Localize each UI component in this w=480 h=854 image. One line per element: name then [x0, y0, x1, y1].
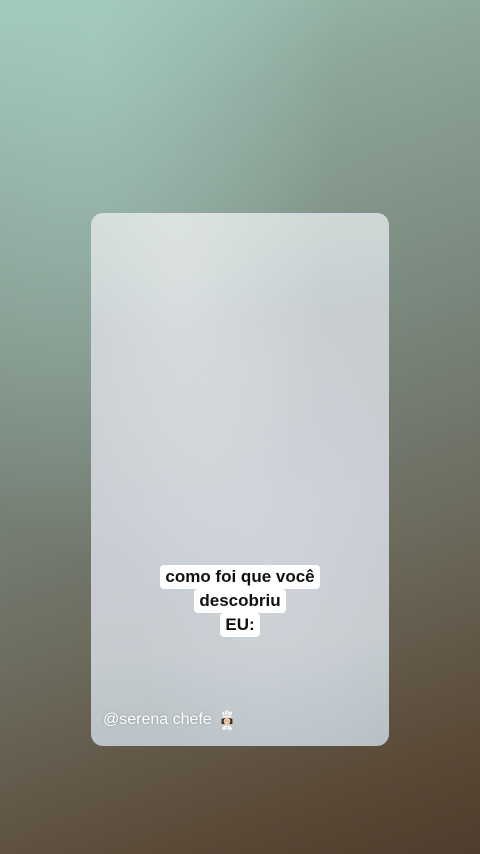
author-handle[interactable]: @serena chefe	[103, 709, 236, 731]
caption-line-3: EU:	[220, 613, 260, 637]
caption-text: como foi que você descobriu EU:	[91, 565, 389, 637]
author-handle-text: @serena chefe	[103, 711, 212, 728]
card-image	[91, 213, 389, 746]
story-card[interactable]: como foi que você descobriu EU: @serena …	[91, 213, 389, 746]
caption-line-2: descobriu	[194, 589, 286, 613]
caption-line-1: como foi que você	[160, 565, 320, 589]
woman-cook-icon	[218, 709, 236, 731]
